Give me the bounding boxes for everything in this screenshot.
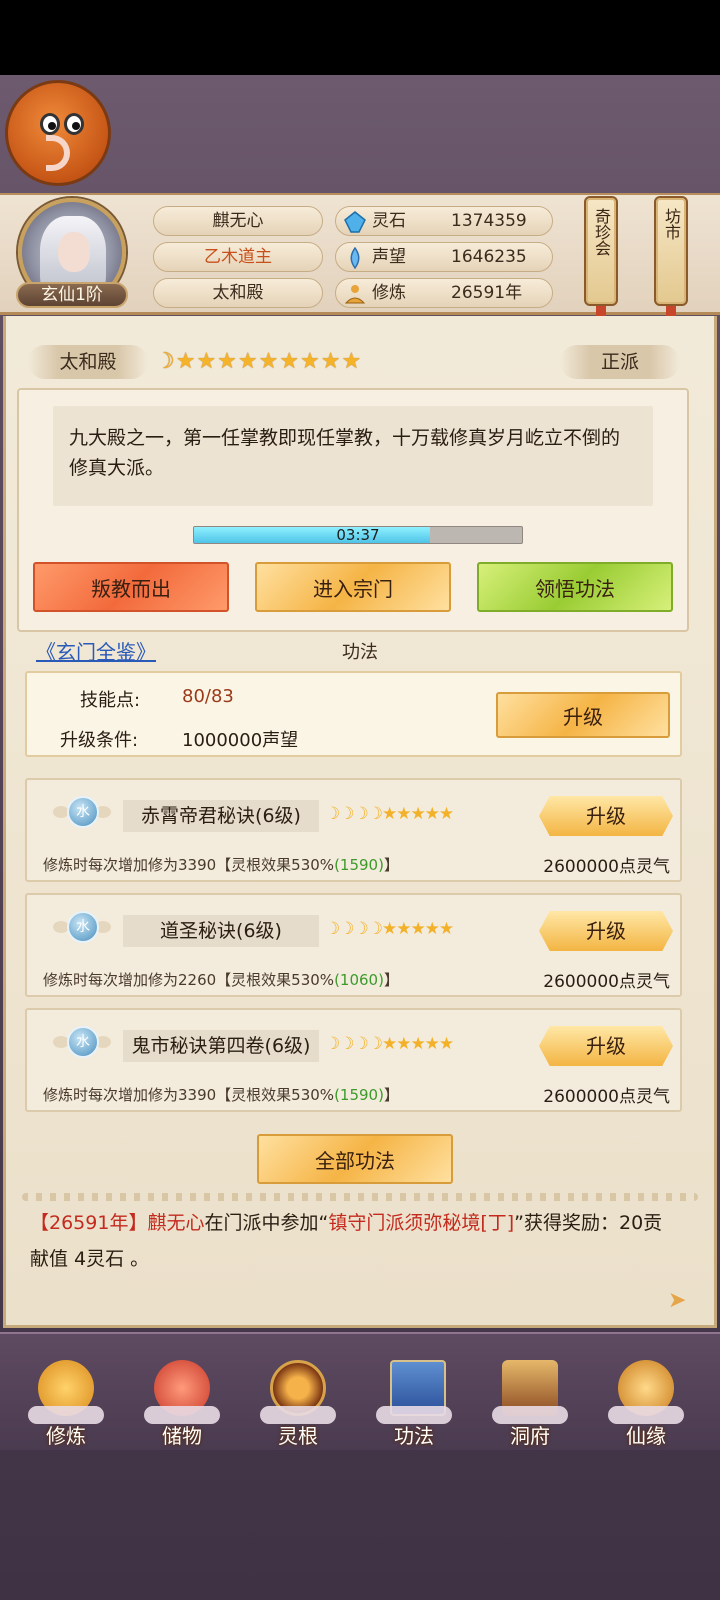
gongfa-section-title: 功法 — [342, 642, 378, 663]
nav-cultivate[interactable]: 修炼 — [16, 1352, 116, 1452]
nav-spirit-root[interactable]: 灵根 — [248, 1352, 348, 1452]
stat-value: 1646235 — [451, 247, 527, 267]
element-label: 水 — [67, 911, 99, 943]
skill-rating: ☽☽☽☽★★★★★ — [325, 804, 454, 824]
skill-upgrade-button[interactable]: 升级 — [539, 911, 673, 951]
portrait-face — [58, 232, 90, 272]
skill-effect: 修炼时每次增加修为3390【灵根效果530%(1590)】 — [43, 854, 399, 875]
skill-upgrade-button[interactable]: 升级 — [539, 1026, 673, 1066]
nav-skills[interactable]: 功法 — [364, 1352, 464, 1452]
skill-card: 水 鬼市秘诀第四卷(6级) ☽☽☽☽★★★★★ 升级 修炼时每次增加修为3390… — [25, 1008, 682, 1112]
stat-reputation: 声望 1646235 — [335, 242, 553, 272]
log-year: 【26591年】 — [30, 1212, 148, 1234]
nav-label: 功法 — [394, 1424, 434, 1448]
sect-description: 九大殿之一，第一任掌教即现任掌教，十万载修真岁月屹立不倒的修真大派。 — [53, 406, 653, 506]
floating-mascot-icon[interactable] — [5, 80, 111, 186]
stat-label: 声望 — [372, 247, 406, 267]
upgrade-condition-value: 1000000声望 — [182, 730, 299, 751]
skill-effect: 修炼时每次增加修为3390【灵根效果530%(1590)】 — [43, 1084, 399, 1105]
player-title: 乙木道主 — [153, 242, 323, 272]
sect-star-rating: ☽★★★★★★★★★ — [155, 349, 363, 374]
stat-spirit-stone: 灵石 1374359 — [335, 206, 553, 236]
skill-name: 赤霄帝君秘诀(6级) — [123, 800, 319, 832]
timer-text: 03:37 — [336, 526, 380, 544]
event-log: 【26591年】麒无心在门派中参加“镇守门派须弥秘境[丁]”获得奖励：20贡献值… — [30, 1205, 670, 1277]
nav-cave[interactable]: 洞府 — [480, 1352, 580, 1452]
stat-label: 灵石 — [372, 211, 406, 231]
water-element-icon: 水 — [53, 790, 111, 840]
water-element-icon: 水 — [53, 905, 111, 955]
effect-text-end: 】 — [383, 856, 399, 874]
effect-text-end: 】 — [383, 971, 399, 989]
defect-button[interactable]: 叛教而出 — [33, 562, 229, 612]
meditation-icon — [344, 285, 366, 304]
upgrade-condition-label: 升级条件: — [60, 730, 139, 751]
effect-bonus: (1590) — [334, 1086, 384, 1104]
effect-text: 修炼时每次增加修为3390【灵根效果530% — [43, 856, 335, 874]
element-label: 水 — [67, 1026, 99, 1058]
comprehend-skill-button[interactable]: 领悟功法 — [477, 562, 673, 612]
skill-rating: ☽☽☽☽★★★★★ — [325, 1034, 454, 1054]
rank-badge: 玄仙1阶 — [16, 282, 128, 308]
stat-cultivation: 修炼 26591年 — [335, 278, 553, 308]
reputation-icon — [350, 247, 360, 269]
timer-progress-bar: 03:37 — [193, 526, 523, 544]
lantern-label: 坊市 — [662, 208, 681, 240]
mascot-hook-icon — [46, 135, 70, 171]
nav-label: 洞府 — [510, 1424, 550, 1448]
log-player: 麒无心 — [147, 1212, 205, 1234]
arrow-right-icon[interactable]: ➤ — [668, 1288, 686, 1313]
enter-sect-button[interactable]: 进入宗门 — [255, 562, 451, 612]
skill-card: 水 道圣秘诀(6级) ☽☽☽☽★★★★★ 升级 修炼时每次增加修为2260【灵根… — [25, 893, 682, 997]
effect-text-end: 】 — [383, 1086, 399, 1104]
effect-text: 修炼时每次增加修为2260【灵根效果530% — [43, 971, 335, 989]
skill-cost: 2600000点灵气 — [543, 972, 670, 992]
stat-label: 修炼 — [372, 283, 406, 303]
stat-value: 26591年 — [451, 283, 523, 303]
element-label: 水 — [67, 796, 99, 828]
skill-cost: 2600000点灵气 — [543, 1087, 670, 1107]
lantern-label: 奇珍会 — [592, 208, 611, 256]
skill-name: 鬼市秘诀第四卷(6级) — [123, 1030, 319, 1062]
log-text: 在门派中参加“ — [204, 1212, 329, 1234]
skill-points-label: 技能点: — [80, 690, 141, 711]
treasure-fair-lantern-button[interactable]: 奇珍会 — [584, 196, 618, 306]
skill-points-value: 80/83 — [182, 686, 234, 707]
player-name: 麒无心 — [153, 206, 323, 236]
water-element-icon: 水 — [53, 1020, 111, 1070]
effect-bonus: (1590) — [334, 856, 384, 874]
market-lantern-button[interactable]: 坊市 — [654, 196, 688, 306]
skill-cost: 2600000点灵气 — [543, 857, 670, 877]
skill-card: 水 赤霄帝君秘诀(6级) ☽☽☽☽★★★★★ 升级 修炼时每次增加修为3390【… — [25, 778, 682, 882]
nav-storage[interactable]: 储物 — [132, 1352, 232, 1452]
skill-upgrade-button[interactable]: 升级 — [539, 796, 673, 836]
nav-fortune[interactable]: 仙缘 — [596, 1352, 696, 1452]
nav-label: 灵根 — [278, 1424, 318, 1448]
mascot-eye-icon — [64, 113, 84, 135]
nav-label: 储物 — [162, 1424, 202, 1448]
skill-name: 道圣秘诀(6级) — [123, 915, 319, 947]
player-sect: 太和殿 — [153, 278, 323, 308]
xuanmen-encyclopedia-link[interactable]: 《玄门全鉴》 — [36, 636, 156, 665]
status-bar-area — [0, 0, 720, 75]
nav-label: 修炼 — [46, 1424, 86, 1448]
divider — [22, 1193, 698, 1201]
stat-value: 1374359 — [451, 211, 527, 231]
log-event: 镇守门派须弥秘境[丁] — [328, 1212, 515, 1234]
effect-text: 修炼时每次增加修为3390【灵根效果530% — [43, 1086, 335, 1104]
effect-bonus: (1060) — [334, 971, 384, 989]
mascot-eye-icon — [40, 113, 60, 135]
spirit-stone-icon — [344, 211, 366, 233]
bottom-nav: 修炼 储物 灵根 功法 洞府 仙缘 — [0, 1332, 720, 1450]
nav-label: 仙缘 — [626, 1424, 666, 1448]
skill-rating: ☽☽☽☽★★★★★ — [325, 919, 454, 939]
sect-name: 太和殿 — [28, 345, 148, 379]
sect-alignment: 正派 — [560, 345, 680, 379]
upgrade-skill-points-button[interactable]: 升级 — [496, 692, 670, 738]
all-skills-button[interactable]: 全部功法 — [257, 1134, 453, 1184]
skill-effect: 修炼时每次增加修为2260【灵根效果530%(1060)】 — [43, 969, 399, 990]
